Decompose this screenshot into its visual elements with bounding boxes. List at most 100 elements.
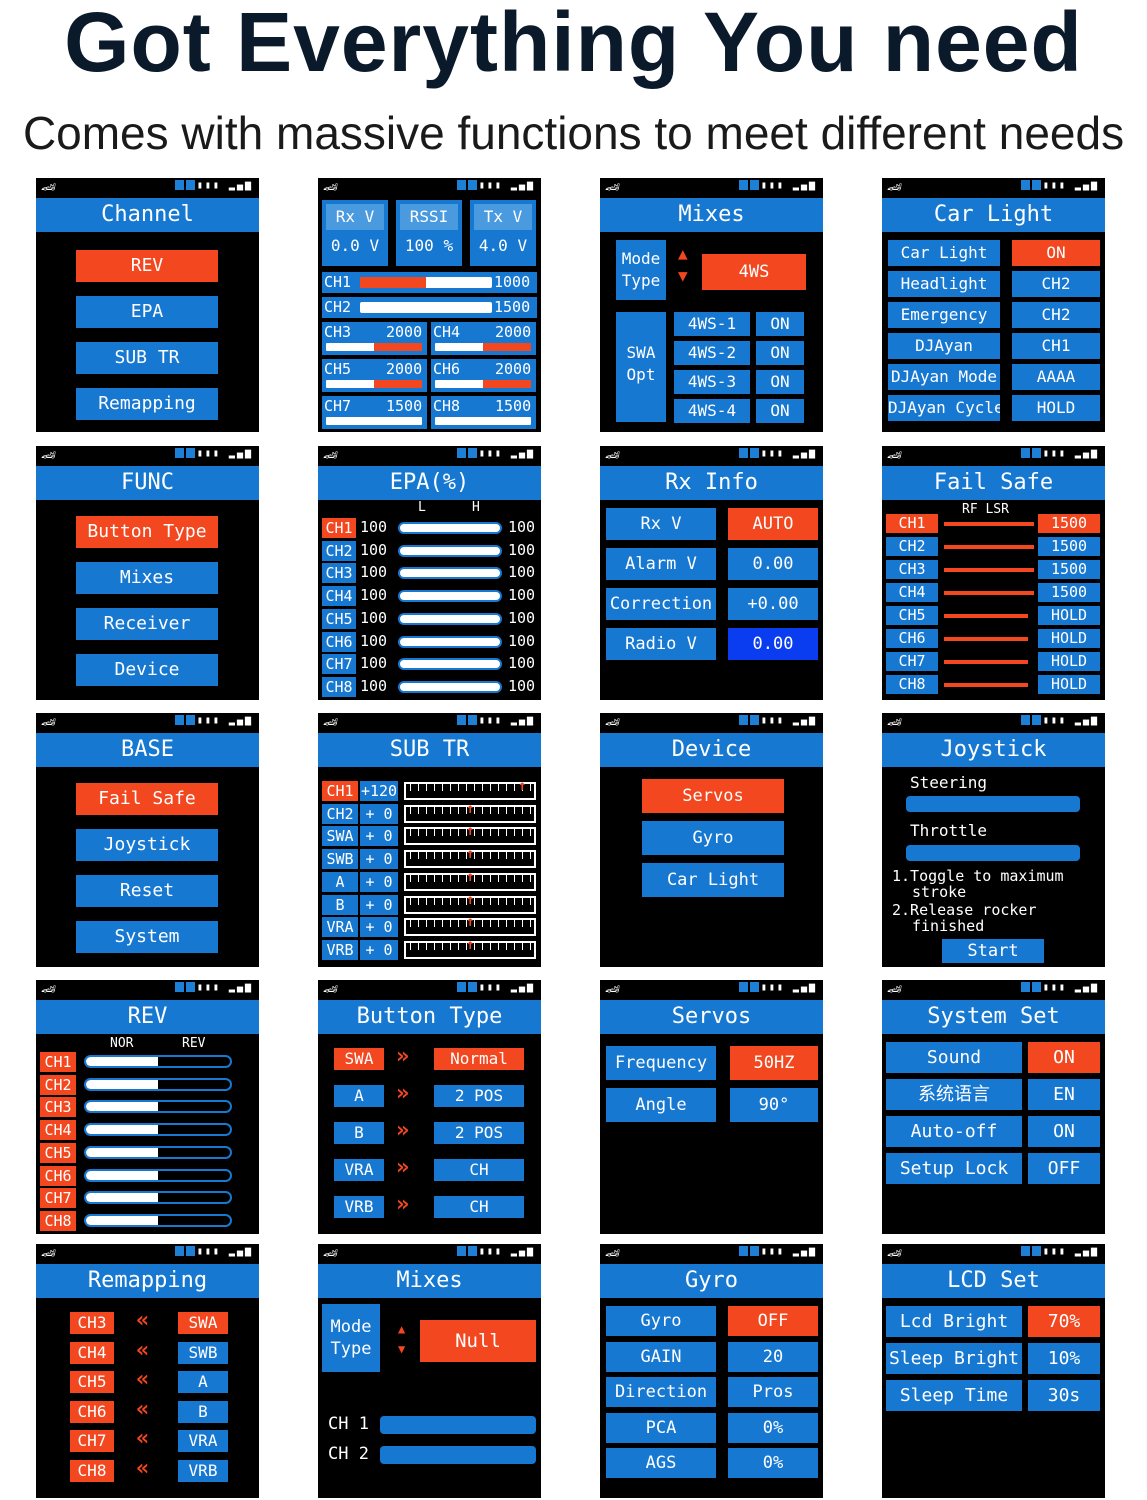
menu-item[interactable]: SUB TR: [76, 342, 218, 374]
subtr-channel[interactable]: SWA: [322, 826, 358, 847]
rev-channel[interactable]: CH5: [40, 1142, 76, 1163]
mix-value[interactable]: ON: [756, 312, 804, 336]
failsafe-channel[interactable]: CH6: [886, 629, 938, 648]
failsafe-channel[interactable]: CH1: [886, 514, 938, 533]
rev-channel[interactable]: CH2: [40, 1074, 76, 1095]
epa-channel[interactable]: CH6: [322, 631, 356, 652]
epa-channel[interactable]: CH4: [322, 586, 356, 607]
mode-value[interactable]: 4WS: [702, 254, 806, 290]
subtr-channel[interactable]: CH2: [322, 803, 358, 824]
button-value[interactable]: CH: [434, 1196, 524, 1218]
remap-channel[interactable]: CH6: [70, 1400, 114, 1423]
mode-value[interactable]: Null: [420, 1320, 536, 1362]
system-value[interactable]: ON: [1028, 1116, 1100, 1147]
remap-channel[interactable]: CH8: [70, 1459, 114, 1482]
rev-track[interactable]: [84, 1077, 232, 1091]
light-value[interactable]: CH2: [1012, 302, 1100, 328]
ch2-bar[interactable]: [380, 1446, 536, 1464]
remap-value[interactable]: SWA: [178, 1312, 228, 1334]
rx-value[interactable]: +0.00: [728, 588, 818, 620]
ch1-bar[interactable]: [380, 1416, 536, 1434]
remap-channel[interactable]: CH4: [70, 1341, 114, 1364]
subtr-channel[interactable]: A: [322, 871, 358, 892]
epa-channel[interactable]: CH1: [322, 518, 356, 538]
menu-item[interactable]: Mixes: [76, 562, 218, 594]
subtr-channel[interactable]: VRA: [322, 917, 358, 938]
menu-item[interactable]: EPA: [76, 296, 218, 328]
rx-value[interactable]: 0.00: [728, 628, 818, 660]
menu-item[interactable]: Servos: [642, 779, 784, 813]
epa-channel[interactable]: CH8: [322, 676, 356, 697]
rev-track[interactable]: [84, 1168, 232, 1182]
gyro-value[interactable]: OFF: [728, 1306, 818, 1336]
button-value[interactable]: Normal: [434, 1048, 524, 1070]
failsafe-channel[interactable]: CH4: [886, 583, 938, 602]
light-value[interactable]: ON: [1012, 240, 1100, 266]
subtr-channel[interactable]: CH1: [322, 781, 358, 801]
servo-value[interactable]: 90°: [730, 1088, 818, 1122]
rev-track[interactable]: [84, 1213, 232, 1227]
failsafe-value[interactable]: HOLD: [1038, 652, 1100, 671]
gyro-value[interactable]: Pros: [728, 1377, 818, 1407]
menu-item[interactable]: Reset: [76, 875, 218, 907]
epa-channel[interactable]: CH7: [322, 654, 356, 675]
rev-channel[interactable]: CH1: [40, 1052, 76, 1072]
failsafe-value[interactable]: 1500: [1038, 514, 1100, 533]
epa-channel[interactable]: CH3: [322, 563, 356, 584]
menu-item[interactable]: Fail Safe: [76, 783, 218, 815]
menu-item[interactable]: Button Type: [76, 516, 218, 548]
lcd-value[interactable]: 30s: [1028, 1380, 1100, 1411]
menu-item[interactable]: Joystick: [76, 829, 218, 861]
mix-value[interactable]: ON: [756, 370, 804, 394]
failsafe-value[interactable]: HOLD: [1038, 675, 1100, 694]
remap-channel[interactable]: CH7: [70, 1430, 114, 1452]
rev-channel[interactable]: CH6: [40, 1165, 76, 1186]
system-value[interactable]: EN: [1028, 1079, 1100, 1110]
failsafe-value[interactable]: 1500: [1038, 537, 1100, 556]
menu-item[interactable]: System: [76, 921, 218, 953]
remap-value[interactable]: A: [178, 1371, 228, 1393]
mode-up-icon[interactable]: ▲: [398, 1322, 405, 1336]
failsafe-channel[interactable]: CH3: [886, 560, 938, 579]
subtr-channel[interactable]: B: [322, 894, 358, 915]
menu-item[interactable]: Car Light: [642, 863, 784, 897]
rev-channel[interactable]: CH4: [40, 1120, 76, 1141]
failsafe-channel[interactable]: CH7: [886, 652, 938, 671]
failsafe-channel[interactable]: CH8: [886, 675, 938, 694]
rev-channel[interactable]: CH8: [40, 1210, 76, 1231]
start-button[interactable]: Start: [942, 939, 1044, 963]
mode-down-icon[interactable]: ▼: [678, 266, 688, 285]
rev-track[interactable]: [84, 1191, 232, 1205]
remap-channel[interactable]: CH5: [70, 1371, 114, 1393]
failsafe-value[interactable]: HOLD: [1038, 629, 1100, 648]
throttle-bar[interactable]: [906, 845, 1080, 861]
menu-item[interactable]: Gyro: [642, 821, 784, 855]
rx-value[interactable]: 0.00: [728, 548, 818, 580]
remap-value[interactable]: VRA: [178, 1430, 228, 1452]
lcd-value[interactable]: 70%: [1028, 1306, 1100, 1337]
subtr-channel[interactable]: SWB: [322, 849, 358, 870]
rev-channel[interactable]: CH7: [40, 1188, 76, 1209]
rev-track[interactable]: [84, 1100, 232, 1114]
gyro-value[interactable]: 0%: [728, 1448, 818, 1478]
light-value[interactable]: CH2: [1012, 271, 1100, 297]
system-value[interactable]: OFF: [1028, 1153, 1100, 1184]
epa-channel[interactable]: CH5: [322, 608, 356, 629]
gyro-value[interactable]: 0%: [728, 1412, 818, 1443]
system-value[interactable]: ON: [1028, 1042, 1100, 1073]
button-value[interactable]: CH: [434, 1159, 524, 1181]
steering-bar[interactable]: [906, 796, 1080, 812]
servo-value[interactable]: 50HZ: [730, 1046, 818, 1080]
mode-down-icon[interactable]: ▼: [398, 1342, 405, 1356]
button-value[interactable]: 2 POS: [434, 1085, 524, 1107]
remap-value[interactable]: B: [178, 1400, 228, 1423]
mix-value[interactable]: ON: [756, 341, 804, 365]
rev-track[interactable]: [84, 1123, 232, 1137]
epa-channel[interactable]: CH2: [322, 540, 356, 561]
mode-up-down-icon[interactable]: ▲: [678, 244, 688, 264]
mix-value[interactable]: ON: [756, 399, 804, 423]
lcd-value[interactable]: 10%: [1028, 1343, 1100, 1374]
menu-item[interactable]: Device: [76, 654, 218, 686]
rev-track[interactable]: [84, 1055, 232, 1068]
button-value[interactable]: 2 POS: [434, 1122, 524, 1144]
